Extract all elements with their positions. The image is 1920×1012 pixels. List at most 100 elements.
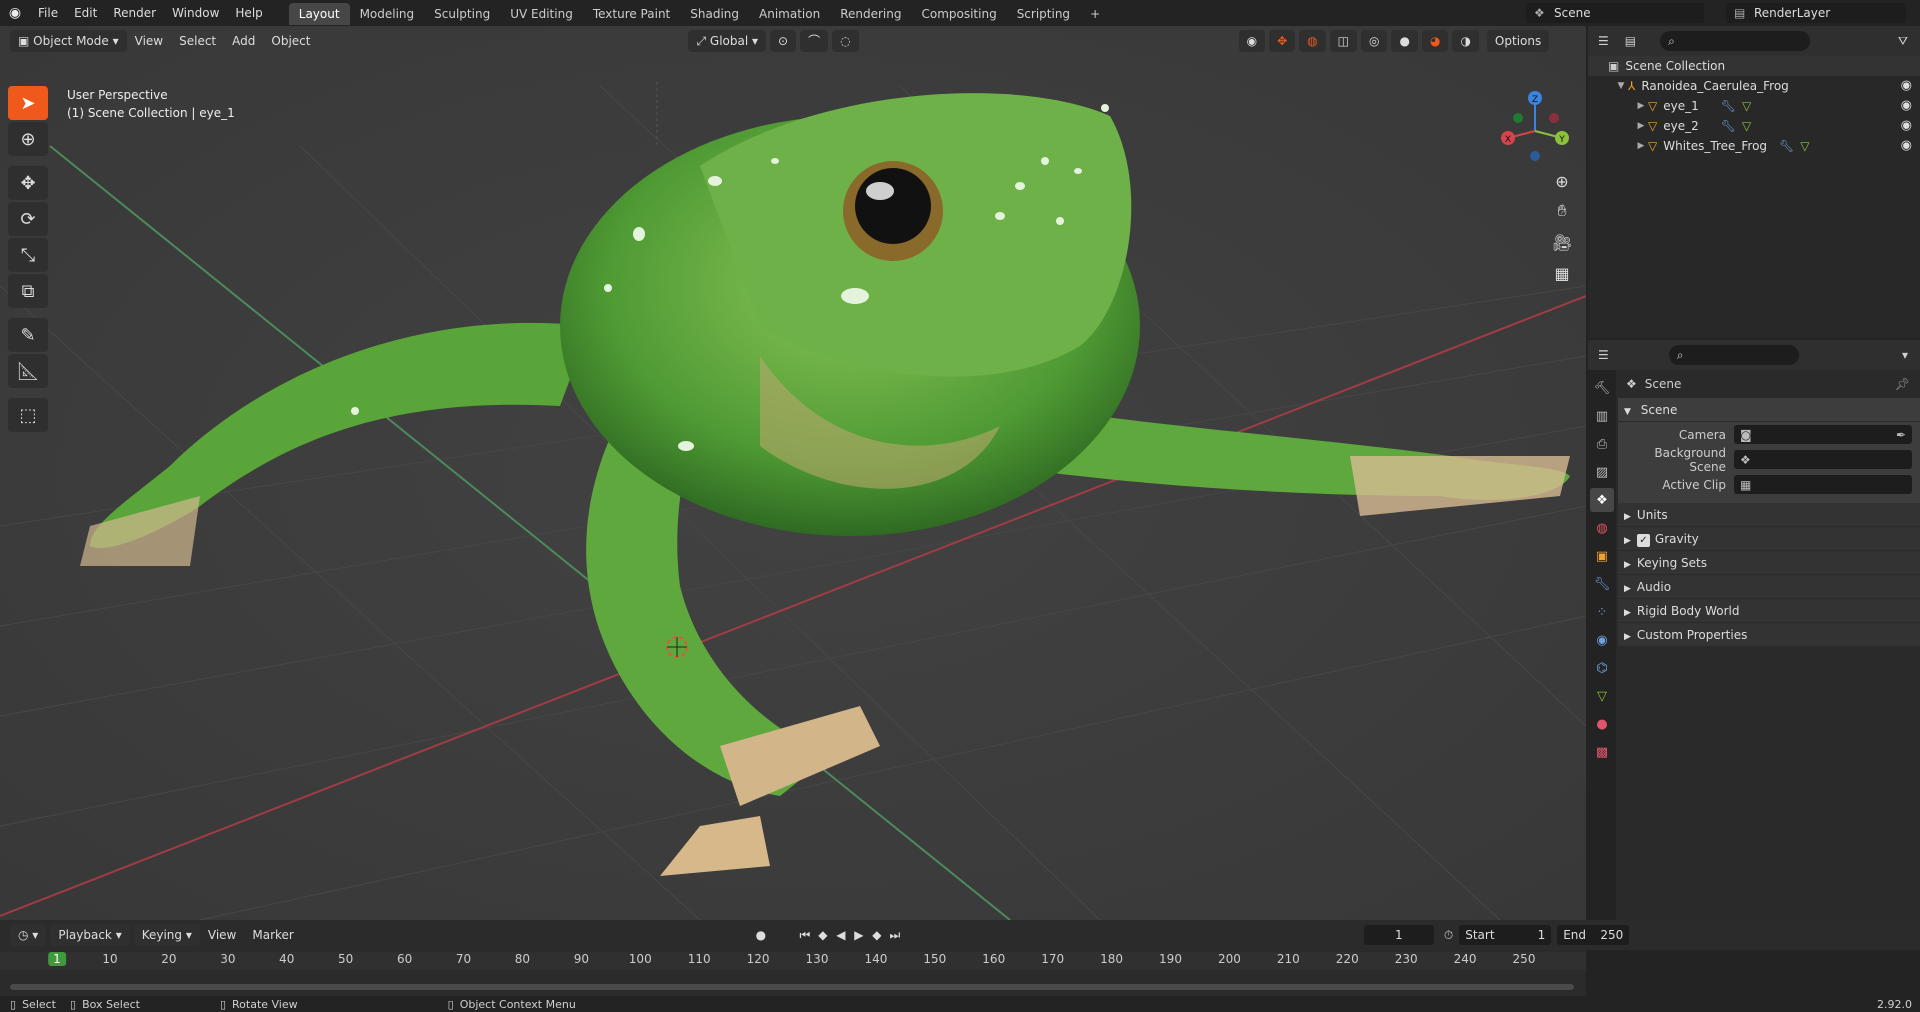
- active-clip-field[interactable]: ▦: [1734, 475, 1912, 494]
- editor-type-icon[interactable]: ☰: [1598, 34, 1609, 48]
- menu-edit[interactable]: Edit: [66, 0, 105, 26]
- proportional-edit-button[interactable]: ◌: [832, 30, 859, 52]
- texture-tab[interactable]: ▩: [1590, 740, 1614, 764]
- menu-help[interactable]: Help: [227, 0, 270, 26]
- editor-type-button[interactable]: ◷ ▾: [10, 924, 47, 946]
- end-frame-field[interactable]: End 250: [1557, 925, 1630, 945]
- tool-tab[interactable]: 🔨︎: [1590, 376, 1614, 400]
- physics-tab[interactable]: ◉: [1590, 628, 1614, 652]
- render-layer-selector[interactable]: ▤ RenderLayer: [1726, 3, 1906, 23]
- stopwatch-icon[interactable]: ⏱: [1444, 928, 1453, 943]
- 3d-viewport[interactable]: [0, 26, 1586, 920]
- expand-icon[interactable]: ▶: [1634, 96, 1648, 116]
- eye-icon[interactable]: ◉: [1901, 76, 1912, 96]
- mode-selector[interactable]: ▣ Object Mode ▾: [10, 30, 127, 52]
- chevron-down-icon[interactable]: ▾: [1902, 348, 1908, 362]
- tab-rendering[interactable]: Rendering: [830, 3, 911, 25]
- playback-menu[interactable]: Playback ▾: [50, 924, 130, 946]
- overlays-button[interactable]: ◍: [1299, 30, 1326, 52]
- cursor-tool[interactable]: ⊕: [8, 122, 48, 156]
- play-icon[interactable]: ▶: [850, 928, 868, 942]
- modifier-tab[interactable]: 🔧︎: [1590, 572, 1614, 596]
- shading-solid-button[interactable]: ●: [1391, 30, 1418, 52]
- xray-button[interactable]: ◫: [1329, 30, 1357, 52]
- outliner-item[interactable]: ▶ ▽ eye_1 🔧︎ ▽ ◉: [1588, 96, 1920, 116]
- rigid-body-world-panel[interactable]: ▶ Rigid Body World: [1618, 599, 1920, 623]
- menu-marker[interactable]: Marker: [244, 924, 301, 946]
- move-tool[interactable]: ✥: [8, 166, 48, 200]
- outliner-item[interactable]: ▶ ▽ Whites_Tree_Frog 🔧︎ ▽ ◉: [1588, 136, 1920, 156]
- data-tab[interactable]: ▽: [1590, 684, 1614, 708]
- transform-tool[interactable]: ⧉: [8, 274, 48, 308]
- menu-window[interactable]: Window: [164, 0, 227, 26]
- custom-properties-panel[interactable]: ▶ Custom Properties: [1618, 623, 1920, 647]
- jump-start-icon[interactable]: ⏮: [796, 928, 814, 943]
- current-frame-field[interactable]: 1: [1363, 925, 1434, 945]
- camera-view-button[interactable]: 🎥︎: [1547, 227, 1577, 257]
- menu-view[interactable]: View: [127, 30, 171, 52]
- tab-animation[interactable]: Animation: [749, 3, 830, 25]
- eye-icon[interactable]: ◉: [1901, 136, 1912, 156]
- tab-scripting[interactable]: Scripting: [1007, 3, 1080, 25]
- shading-wireframe-button[interactable]: ◎: [1360, 30, 1388, 52]
- outliner-item[interactable]: ▼ ⅄ Ranoidea_Caerulea_Frog ◉: [1588, 76, 1920, 96]
- gravity-panel[interactable]: ▶ ✓ Gravity: [1618, 527, 1920, 551]
- play-reverse-icon[interactable]: ◀: [832, 928, 850, 942]
- measure-tool[interactable]: 📐︎: [8, 354, 48, 388]
- menu-add[interactable]: Add: [224, 30, 263, 52]
- start-frame-field[interactable]: Start 1: [1459, 925, 1552, 945]
- filter-icon[interactable]: ⛛: [1898, 34, 1908, 49]
- zoom-button[interactable]: ⊕: [1547, 166, 1577, 196]
- menu-view[interactable]: View: [200, 924, 244, 946]
- pin-icon[interactable]: 📌︎: [1895, 377, 1910, 391]
- ortho-toggle-button[interactable]: ▦: [1547, 258, 1577, 288]
- navigation-gizmo[interactable]: Z X Y: [1490, 86, 1580, 176]
- next-keyframe-icon[interactable]: ◆: [868, 928, 886, 942]
- pivot-point-button[interactable]: ⊙: [770, 30, 797, 52]
- particles-tab[interactable]: ⁘: [1590, 600, 1614, 624]
- expand-icon[interactable]: ▶: [1634, 136, 1648, 156]
- annotate-tool[interactable]: ✎: [8, 318, 48, 352]
- eye-icon[interactable]: ◉: [1901, 96, 1912, 116]
- constraints-tab[interactable]: ⌬: [1590, 656, 1614, 680]
- shading-material-button[interactable]: ◕: [1421, 30, 1449, 52]
- outliner-item[interactable]: ▶ ▽ eye_2 🔧︎ ▽ ◉: [1588, 116, 1920, 136]
- material-tab[interactable]: ●: [1590, 712, 1614, 736]
- snap-button[interactable]: ⌒: [800, 30, 829, 52]
- blender-logo-icon[interactable]: ◉: [0, 5, 30, 21]
- record-icon[interactable]: ●: [752, 928, 770, 942]
- menu-object[interactable]: Object: [263, 30, 318, 52]
- visibility-button[interactable]: ◉: [1238, 30, 1266, 52]
- outliner-root[interactable]: ▣ Scene Collection: [1588, 56, 1920, 76]
- tab-compositing[interactable]: Compositing: [911, 3, 1006, 25]
- keying-sets-panel[interactable]: ▶ Keying Sets: [1618, 551, 1920, 575]
- background-scene-field[interactable]: ❖: [1734, 450, 1912, 469]
- pan-button[interactable]: ✋︎: [1547, 196, 1577, 226]
- scene-selector[interactable]: ❖ Scene: [1526, 3, 1704, 23]
- display-mode-icon[interactable]: ▤: [1625, 34, 1636, 48]
- add-workspace-button[interactable]: +: [1080, 3, 1110, 25]
- keying-menu[interactable]: Keying ▾: [133, 924, 200, 946]
- render-tab[interactable]: ▥: [1590, 404, 1614, 428]
- tab-texture-paint[interactable]: Texture Paint: [583, 3, 680, 25]
- output-tab[interactable]: ⎙: [1590, 432, 1614, 456]
- editor-type-icon[interactable]: ☰: [1598, 348, 1609, 362]
- rotate-tool[interactable]: ⟳: [8, 202, 48, 236]
- world-tab[interactable]: ◍: [1590, 516, 1614, 540]
- prev-keyframe-icon[interactable]: ◆: [814, 928, 832, 942]
- outliner-search-input[interactable]: ⌕: [1660, 31, 1811, 51]
- jump-end-icon[interactable]: ⏭: [886, 928, 904, 943]
- gravity-checkbox[interactable]: ✓: [1636, 534, 1650, 547]
- expand-icon[interactable]: ▶: [1634, 116, 1648, 136]
- timeline-scrollbar[interactable]: [10, 984, 1574, 990]
- object-tab[interactable]: ▣: [1590, 544, 1614, 568]
- tab-modeling[interactable]: Modeling: [350, 3, 425, 25]
- properties-search-input[interactable]: ⌕: [1668, 345, 1799, 365]
- scene-tab[interactable]: ❖: [1590, 488, 1614, 512]
- menu-render[interactable]: Render: [105, 0, 164, 26]
- tab-uv-editing[interactable]: UV Editing: [500, 3, 583, 25]
- audio-panel[interactable]: ▶ Audio: [1618, 575, 1920, 599]
- select-box-tool[interactable]: ➤: [8, 86, 48, 120]
- eye-icon[interactable]: ◉: [1901, 116, 1912, 136]
- options-button[interactable]: Options: [1486, 30, 1550, 52]
